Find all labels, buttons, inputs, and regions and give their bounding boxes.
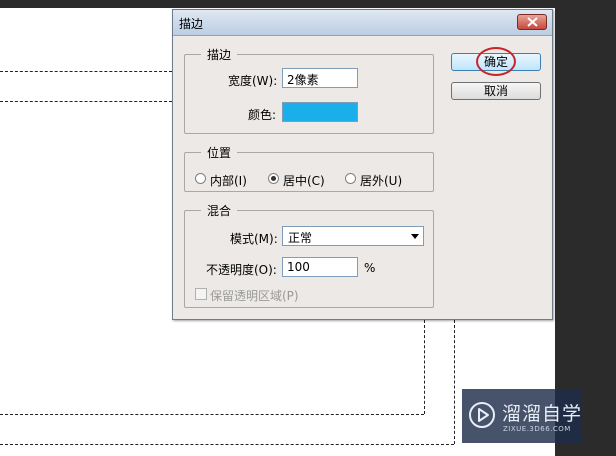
marquee-inner-bottom — [0, 414, 424, 415]
width-label: 宽度(W): — [228, 74, 278, 88]
opacity-label: 不透明度(O): — [206, 263, 277, 277]
blend-group-title: 混合 — [201, 202, 238, 219]
radio-inside-label[interactable]: 内部(I) — [210, 172, 247, 189]
color-swatch[interactable] — [282, 102, 358, 122]
radio-inside[interactable] — [195, 173, 206, 184]
stroke-group-title: 描边 — [201, 46, 238, 63]
cancel-button[interactable]: 取消 — [451, 82, 541, 100]
dialog-titlebar[interactable]: 描边 — [173, 10, 552, 36]
watermark: 溜溜自学 ZIXUE.3D66.COM — [462, 389, 582, 443]
chevron-down-icon — [411, 234, 419, 239]
position-group-title: 位置 — [201, 144, 238, 161]
workspace-right — [555, 0, 616, 456]
opacity-unit: % — [364, 261, 376, 275]
preserve-transparency-checkbox[interactable] — [195, 288, 207, 300]
marquee-outer-right — [454, 320, 455, 444]
radio-center-label[interactable]: 居中(C) — [283, 172, 325, 189]
radio-center[interactable] — [268, 173, 279, 184]
dialog-title: 描边 — [179, 17, 204, 31]
workspace-top — [0, 0, 616, 8]
annotation-circle — [476, 47, 516, 76]
opacity-input[interactable]: 100 — [282, 257, 358, 277]
stroke-group: 描边 — [184, 46, 434, 134]
watermark-brand: 溜溜自学 — [502, 403, 583, 425]
watermark-url: ZIXUE.3D66.COM — [503, 425, 571, 433]
play-logo-icon — [469, 402, 495, 428]
marquee-inner-top — [0, 101, 172, 102]
marquee-inner-right — [424, 320, 425, 414]
marquee-outer-bottom — [0, 444, 454, 445]
color-label: 颜色: — [248, 108, 277, 122]
width-input[interactable]: 2像素 — [282, 68, 358, 88]
close-button[interactable] — [517, 14, 547, 30]
mode-select[interactable]: 正常 — [282, 226, 424, 246]
radio-outside-label[interactable]: 居外(U) — [360, 172, 402, 189]
stroke-dialog: 描边 描边 宽度(W): 2像素 颜色: 位置 内部(I) 居中(C) 居外(U… — [172, 9, 553, 320]
preserve-transparency-label[interactable]: 保留透明区域(P) — [210, 287, 299, 304]
mode-select-value: 正常 — [288, 231, 313, 245]
screen: 描边 描边 宽度(W): 2像素 颜色: 位置 内部(I) 居中(C) 居外(U… — [0, 0, 616, 456]
marquee-outer-top — [0, 71, 172, 72]
mode-label: 模式(M): — [230, 232, 278, 246]
radio-outside[interactable] — [345, 173, 356, 184]
close-icon — [527, 17, 538, 27]
